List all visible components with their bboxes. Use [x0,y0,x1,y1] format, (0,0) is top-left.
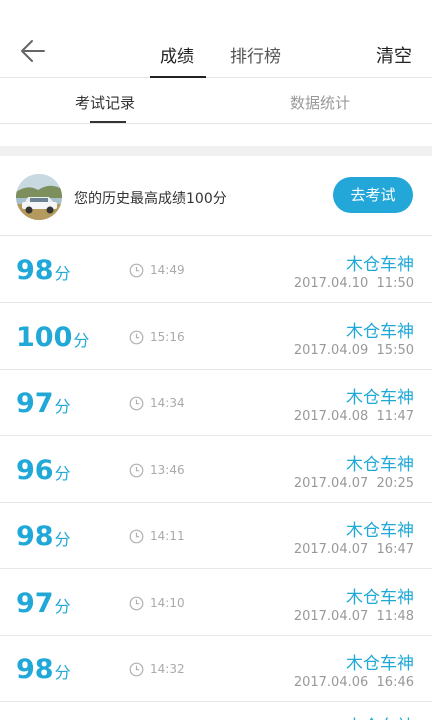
record-name: 木仓车神 [346,712,414,720]
record-time: 11:50 [376,276,414,291]
list-item-partial[interactable]: 木仓车神 [0,704,432,720]
exam-duration: 14:11 [150,529,185,543]
table-row[interactable]: 96分 13:46 木仓车神 2017.04.07 20:25 [0,437,432,503]
score-value: 98 [16,521,54,552]
record-date: 2017.04.09 [293,342,369,358]
top-bar: 成绩 排行榜 清空 [0,0,432,78]
score: 96分 [16,455,71,486]
record-date: 2017.04.10 [293,276,369,291]
score-unit: 分 [54,463,71,483]
score: 98分 [16,521,71,552]
clock-icon [129,330,144,345]
tab-statistics[interactable]: 数据统计 [290,92,350,113]
summary-row: 您的历史最高成绩100分 去考试 [0,156,432,236]
record-date: 2017.04.06 [293,675,369,690]
score-unit: 分 [54,663,71,682]
table-row[interactable]: 98分 14:49 木仓车神 2017.04.10 11:50 [0,237,432,303]
table-row[interactable]: 97分 14:34 木仓车神 2017.04.08 11:47 [0,370,432,436]
table-row[interactable]: 98分 14:11 木仓车神 2017.04.07 16:47 [0,503,432,569]
exam-duration: 14:32 [150,662,185,676]
table-row[interactable]: 98分 14:32 木仓车神 2017.04.06 16:46 [0,636,432,702]
clock-icon [129,396,144,411]
score-unit: 分 [54,596,71,616]
record-datetime: 2017.04.08 11:47 [294,409,414,424]
best-score-text: 您的历史最高成绩100分 [74,191,227,207]
clock-icon [129,596,144,611]
record-name: 木仓车神 [346,255,414,275]
clock-icon [129,463,144,478]
record-time: 11:47 [376,409,414,424]
clock-icon [129,662,144,677]
clear-button[interactable]: 清空 [376,42,412,68]
score-unit: 分 [54,530,71,549]
record-datetime: 2017.04.07 16:47 [294,542,414,557]
score-value: 100 [16,321,73,353]
score: 100分 [16,322,89,353]
record-time: 15:50 [376,342,414,358]
record-date: 2017.04.08 [293,409,369,424]
record-name: 木仓车神 [346,321,414,342]
record-name: 木仓车神 [346,587,414,608]
record-name: 木仓车神 [346,521,414,541]
table-row[interactable]: 97分 14:10 木仓车神 2017.04.07 11:48 [0,570,432,636]
score: 97分 [16,588,71,619]
record-time: 11:48 [376,608,414,624]
record-name: 木仓车神 [346,388,414,408]
record-datetime: 2017.04.07 20:25 [294,476,414,491]
exam-duration: 13:46 [150,462,185,477]
record-name: 木仓车神 [346,654,414,674]
clock-icon [129,263,144,278]
back-arrow-icon[interactable] [18,36,48,66]
score-value: 96 [16,454,54,486]
sub-tabs: 考试记录 数据统计 [0,78,432,124]
clock-icon [129,529,144,544]
record-date: 2017.04.07 [293,542,369,557]
record-datetime: 2017.04.10 11:50 [294,276,414,291]
section-divider [0,146,432,156]
score-unit: 分 [54,397,71,416]
record-time: 16:47 [376,542,414,557]
record-time: 20:25 [376,475,414,491]
tab-exam-records[interactable]: 考试记录 [75,92,135,113]
table-row[interactable]: 100分 15:16 木仓车神 2017.04.09 15:50 [0,304,432,370]
tab-scores[interactable]: 成绩 [160,42,194,67]
exam-duration: 14:49 [150,263,185,277]
record-datetime: 2017.04.09 15:50 [294,343,414,358]
score: 98分 [16,255,71,286]
tab-ranking[interactable]: 排行榜 [230,42,281,67]
score-value: 97 [16,587,54,619]
score-unit: 分 [73,330,90,350]
exam-duration: 14:34 [150,396,185,410]
record-datetime: 2017.04.06 16:46 [294,675,414,690]
score: 97分 [16,388,71,419]
record-time: 16:46 [376,675,414,690]
subtab-active-indicator [90,121,126,123]
take-exam-button[interactable]: 去考试 [333,177,413,213]
record-name: 木仓车神 [346,454,414,475]
score-value: 97 [16,388,54,419]
score: 98分 [16,654,71,685]
exam-duration: 15:16 [150,329,185,344]
score-value: 98 [16,255,54,286]
record-date: 2017.04.07 [293,608,369,624]
exam-duration: 14:10 [150,595,185,610]
record-date: 2017.04.07 [293,475,369,491]
score-unit: 分 [54,264,71,283]
score-value: 98 [16,654,54,685]
avatar [16,174,62,220]
record-datetime: 2017.04.07 11:48 [294,609,414,624]
